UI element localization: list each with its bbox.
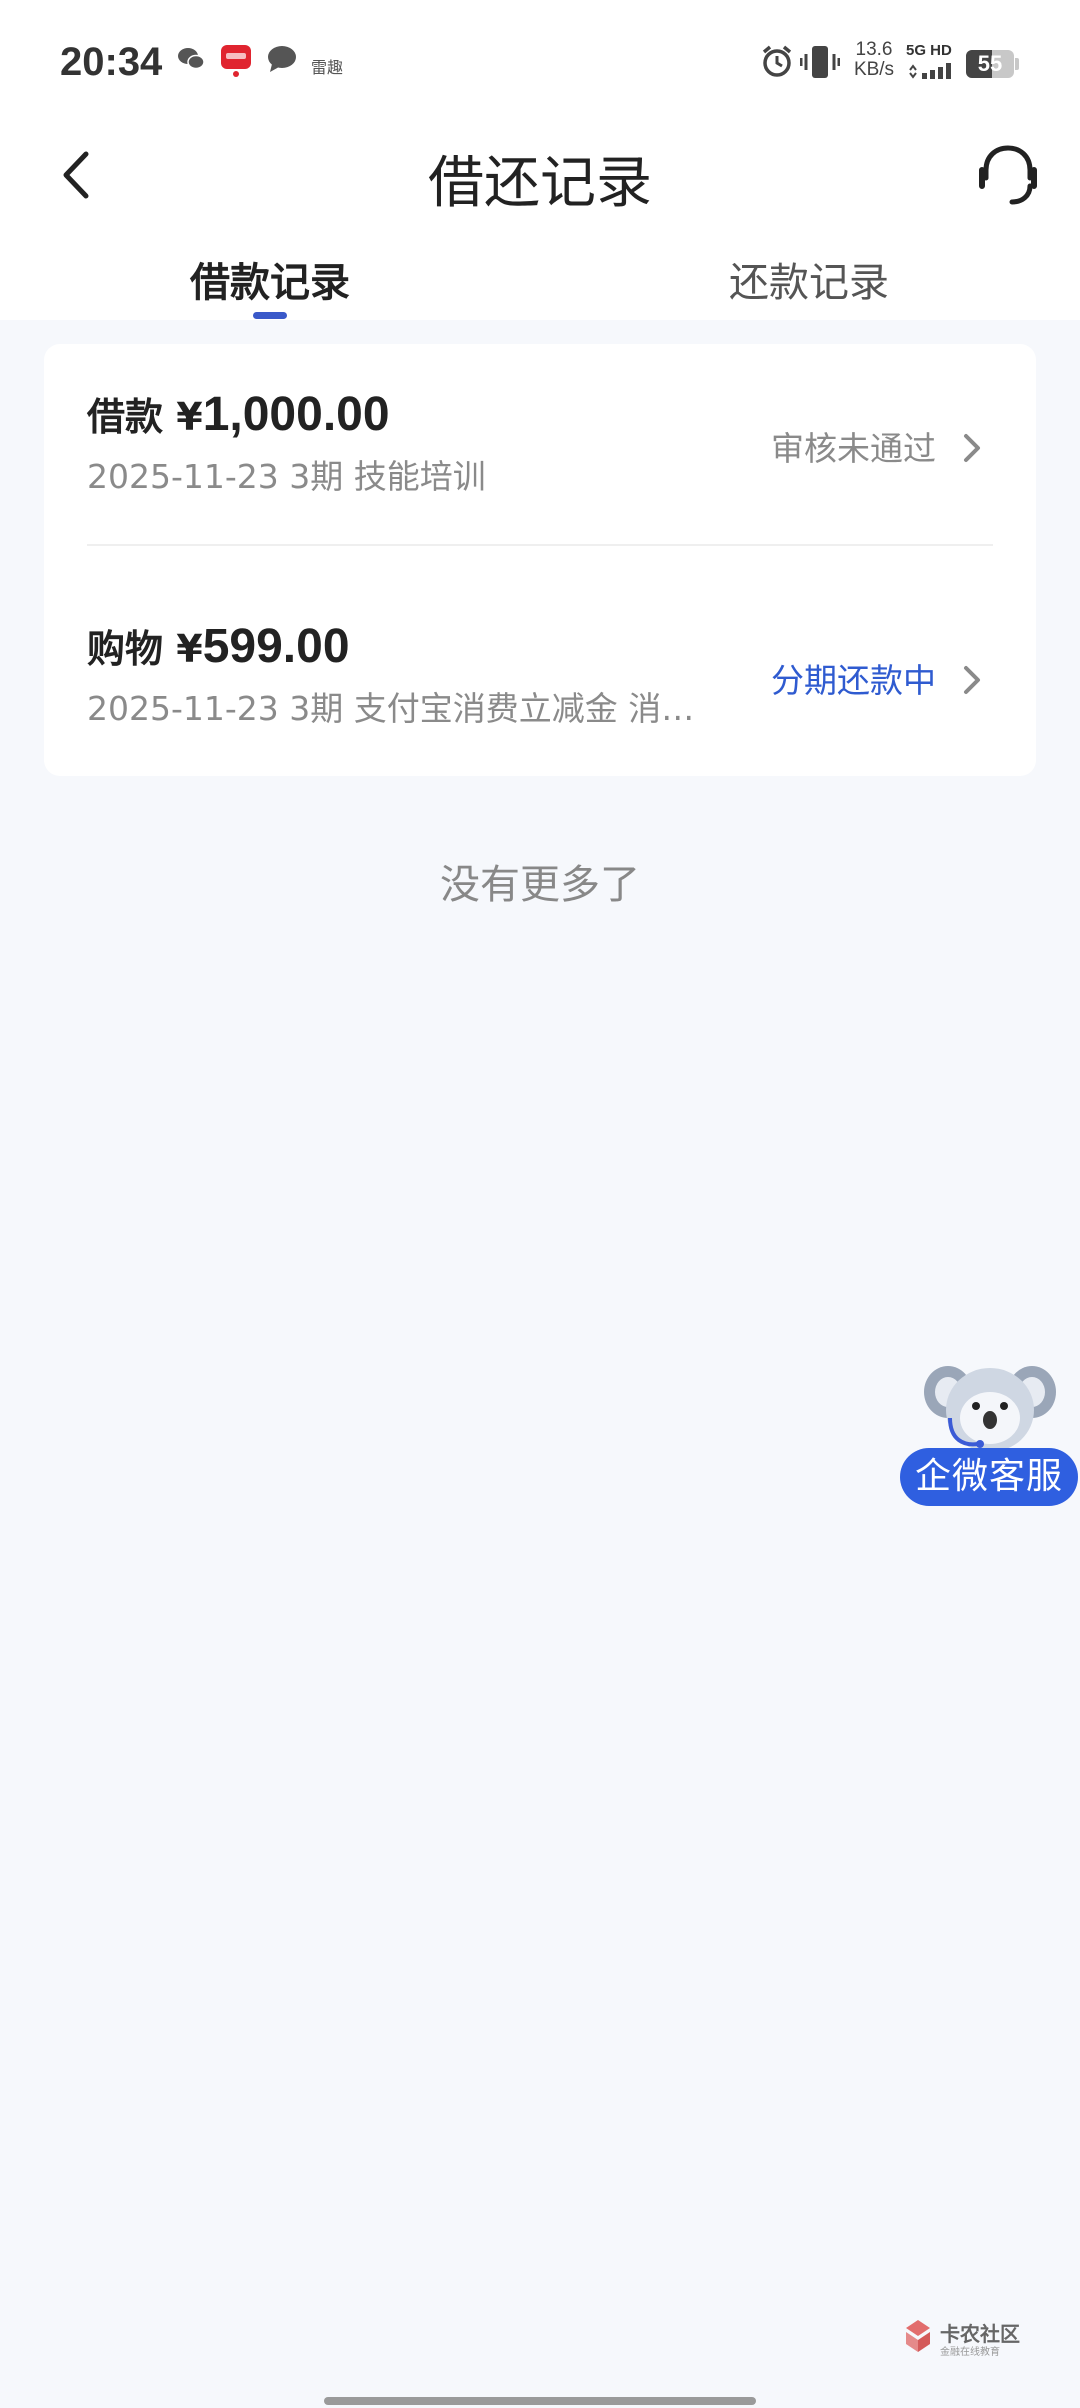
chevron-right-icon [964, 434, 980, 462]
record-currency: ¥ [176, 395, 203, 439]
status-bar: 20:34 雷趣 13.6 KB/s 5G HD 55 [0, 0, 1080, 130]
wechat-icon [178, 48, 205, 70]
tab-repay-records[interactable]: 还款记录 [729, 250, 889, 308]
record-type: 购物 [87, 627, 164, 671]
battery-cap [1015, 58, 1019, 70]
message-icon [268, 46, 296, 72]
record-type: 借款 [87, 395, 164, 439]
record-status: 分期还款中 [771, 661, 936, 700]
watermark-subtitle: 金融在线教育 [940, 2347, 1000, 2358]
network-speed-unit: KB/s [853, 59, 895, 80]
status-time: 20:34 [60, 40, 163, 84]
record-title: 购物 ¥599.00 [87, 618, 350, 674]
vibrate-icon [800, 46, 840, 78]
enterprise-wechat-service-button[interactable]: 企微客服 [900, 1448, 1078, 1506]
signal-icon [909, 63, 951, 79]
watermark-logo-icon [906, 2320, 930, 2352]
page: 20:34 雷趣 13.6 KB/s 5G HD 55 借还记录 借款记录 还款… [0, 0, 1080, 2408]
chevron-right-icon [964, 666, 980, 694]
record-status: 审核未通过 [771, 429, 936, 468]
network-speed: 13.6 KB/s [850, 40, 898, 80]
record-currency: ¥ [176, 627, 203, 671]
divider [87, 544, 993, 546]
record-subtitle: 2025-11-23 3期 技能培训 [87, 457, 486, 496]
shopping-app-icon [221, 45, 251, 77]
battery-level-text: 55 [977, 51, 1003, 76]
headset-icon[interactable] [976, 140, 1040, 210]
record-subtitle: 2025-11-23 3期 支付宝消费立减金 消… [87, 689, 695, 728]
active-tab-indicator [253, 312, 287, 319]
network-speed-value: 13.6 [855, 39, 893, 60]
notification-app-label: 雷趣 [311, 58, 344, 77]
page-title: 借还记录 [428, 151, 652, 216]
list-end-text: 没有更多了 [440, 862, 640, 908]
battery-indicator: 55 [966, 50, 1014, 78]
records-card: 借款 ¥1,000.00 2025-11-23 3期 技能培训 审核未通过 购物… [44, 344, 1036, 776]
home-indicator[interactable] [324, 2397, 756, 2405]
koala-mascot-icon[interactable] [920, 1352, 1060, 1462]
alarm-icon [762, 45, 792, 77]
record-amount: 599.00 [202, 620, 350, 673]
tab-borrow-records[interactable]: 借款记录 [190, 250, 350, 308]
record-amount: 1,000.00 [202, 388, 390, 441]
network-type: 5G HD [906, 42, 952, 59]
record-title: 借款 ¥1,000.00 [87, 386, 390, 442]
